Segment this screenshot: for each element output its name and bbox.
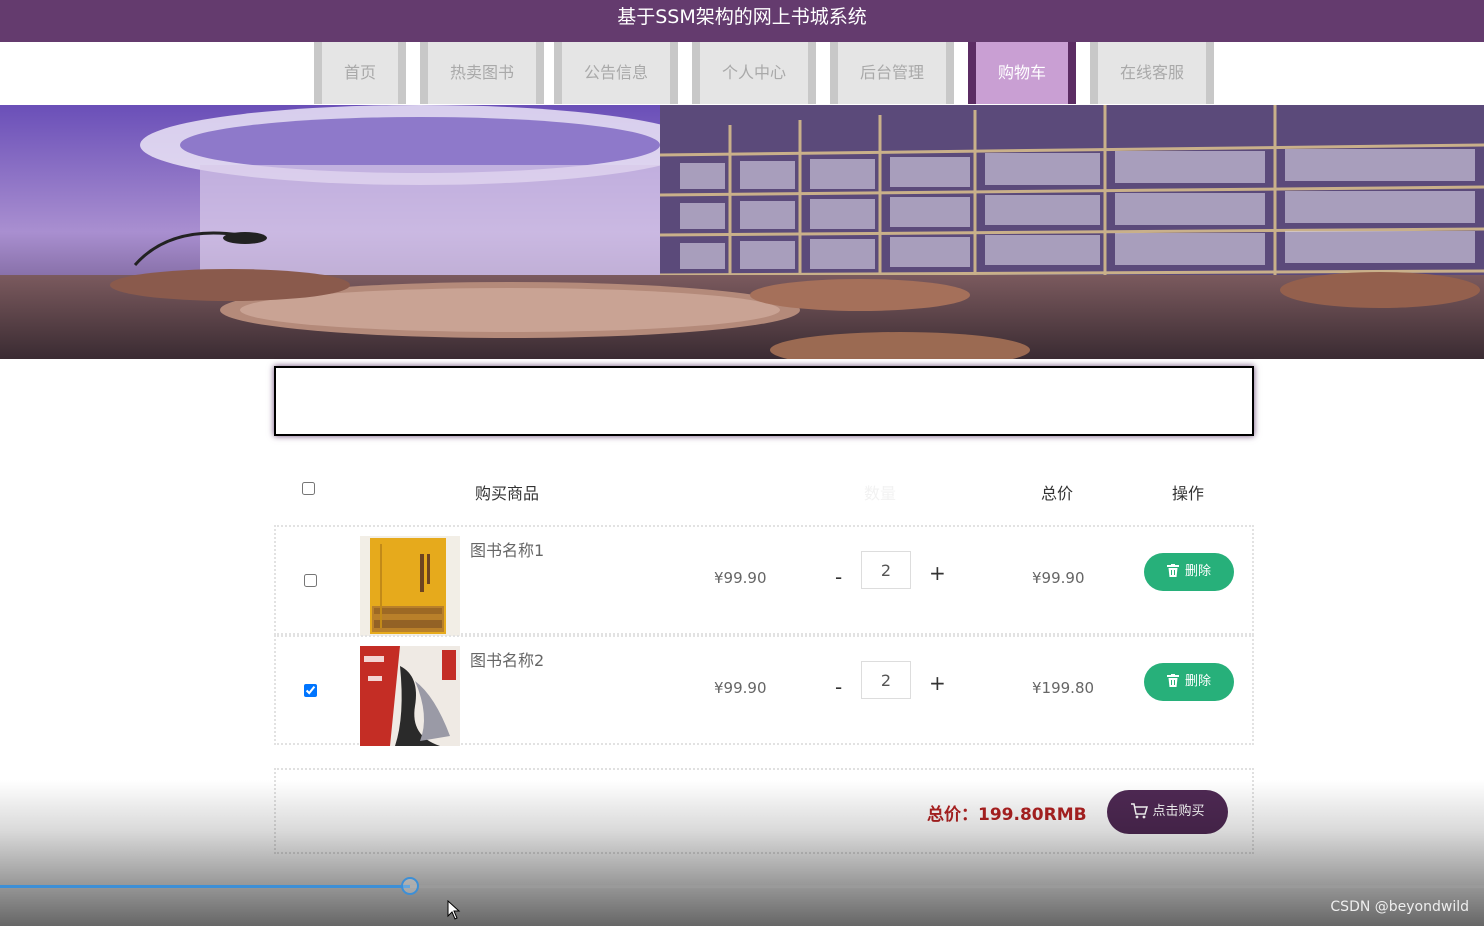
cart-icon (1131, 803, 1149, 819)
unit-price: ¥99.90 (714, 679, 767, 697)
header-quantity: 数量 (864, 484, 897, 503)
row-select-checkbox[interactable] (304, 574, 317, 587)
mouse-pointer-icon (447, 899, 461, 924)
row-total: ¥99.90 (1032, 569, 1085, 587)
increase-quantity-button[interactable]: + (929, 561, 946, 585)
nav-item-announcements[interactable]: 公告信息 (554, 42, 678, 104)
delete-button[interactable]: 删除 (1144, 553, 1234, 591)
delete-button[interactable]: 删除 (1144, 663, 1234, 701)
buy-button[interactable]: 点击购买 (1107, 790, 1228, 834)
cart-summary: 总价：199.80RMB 点击购买 (274, 768, 1254, 854)
nav-label: 公告信息 (583, 63, 648, 82)
nav-item-profile[interactable]: 个人中心 (692, 42, 816, 104)
book-name[interactable]: 图书名称2 (470, 647, 544, 671)
nav-item-cart[interactable]: 购物车 (968, 42, 1076, 104)
quantity-input[interactable] (861, 661, 911, 699)
nav-item-home[interactable]: 首页 (314, 42, 406, 104)
grand-total: 总价：199.80RMB (927, 805, 1087, 825)
book-cover-image (360, 646, 460, 746)
library-banner-image (0, 105, 1484, 359)
nav-label: 热卖图书 (449, 63, 514, 82)
book-cover-image (360, 536, 460, 636)
delete-label: 删除 (1184, 564, 1211, 579)
trash-icon (1166, 564, 1179, 577)
nav-label: 购物车 (997, 63, 1046, 82)
site-title-bar: 基于SSM架构的网上书城系统 (0, 0, 1484, 42)
quantity-input[interactable] (861, 551, 911, 589)
increase-quantity-button[interactable]: + (929, 671, 946, 695)
nav-label: 后台管理 (859, 63, 924, 82)
book-name[interactable]: 图书名称1 (470, 537, 544, 561)
nav-label: 个人中心 (721, 63, 786, 82)
cart-table-header: 购买商品 数量 总价 操作 (274, 470, 1254, 510)
cart-row: 图书名称1 ¥99.90 - + ¥99.90 删除 (274, 525, 1254, 636)
nav-item-hot-books[interactable]: 热卖图书 (420, 42, 544, 104)
video-progress-handle[interactable] (401, 877, 419, 895)
decrease-quantity-button[interactable]: - (835, 675, 842, 699)
site-title: 基于SSM架构的网上书城系统 (617, 6, 867, 28)
buy-label: 点击购买 (1152, 804, 1205, 819)
nav-item-support[interactable]: 在线客服 (1090, 42, 1214, 104)
header-actions: 操作 (1172, 484, 1205, 503)
nav-label: 首页 (343, 63, 376, 82)
unit-price: ¥99.90 (714, 569, 767, 587)
row-select-checkbox[interactable] (304, 684, 317, 697)
decrease-quantity-button[interactable]: - (835, 565, 842, 589)
main-nav: 首页 热卖图书 公告信息 个人中心 后台管理 购物车 在线客服 (0, 42, 1484, 104)
delete-label: 删除 (1184, 674, 1211, 689)
select-all-checkbox[interactable] (302, 482, 315, 495)
nav-item-admin[interactable]: 后台管理 (830, 42, 954, 104)
nav-label: 在线客服 (1119, 63, 1184, 82)
header-total: 总价 (1041, 484, 1074, 503)
watermark: CSDN @beyondwild (1330, 899, 1469, 915)
video-progress-fill (0, 885, 410, 888)
row-total: ¥199.80 (1032, 679, 1095, 697)
cart-row: 图书名称2 ¥99.90 - + ¥199.80 删除 (274, 635, 1254, 746)
header-product: 购买商品 (475, 484, 540, 503)
cart-title-box (274, 366, 1254, 436)
trash-icon (1166, 674, 1179, 687)
